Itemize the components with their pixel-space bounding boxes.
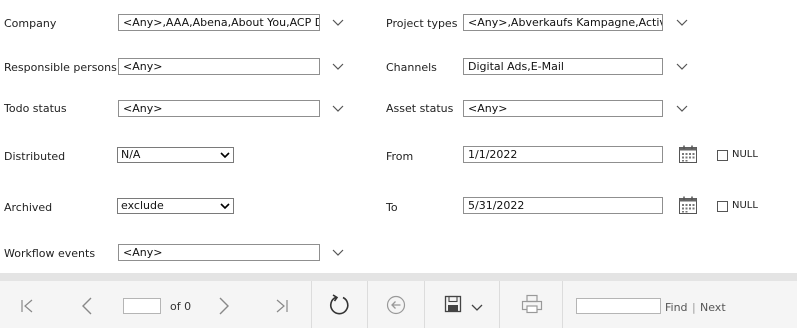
archived-label: Archived bbox=[4, 201, 53, 214]
channels-field[interactable]: Digital Ads,E-Mail bbox=[463, 58, 663, 75]
toolbar-separator bbox=[367, 281, 368, 328]
from-null-checkbox[interactable] bbox=[717, 150, 728, 161]
todo-status-label: Todo status bbox=[4, 102, 67, 115]
toolbar-separator bbox=[311, 281, 312, 328]
to-null-checkbox[interactable] bbox=[717, 201, 728, 212]
toolbar-separator bbox=[499, 281, 500, 328]
asset-status-label: Asset status bbox=[386, 102, 454, 115]
chevron-down-icon[interactable] bbox=[332, 249, 344, 257]
chevron-down-icon[interactable] bbox=[332, 19, 344, 27]
chevron-down-icon bbox=[220, 203, 230, 210]
channels-label: Channels bbox=[386, 61, 437, 74]
page-number-input[interactable] bbox=[123, 298, 161, 314]
find-link[interactable]: Find bbox=[665, 301, 688, 314]
chevron-down-icon[interactable] bbox=[332, 105, 344, 113]
toolbar-separator bbox=[562, 281, 563, 328]
find-text-input[interactable] bbox=[576, 298, 661, 314]
company-label: Company bbox=[4, 17, 57, 30]
next-link[interactable]: Next bbox=[700, 301, 726, 314]
project-types-label: Project types bbox=[386, 17, 458, 30]
workflow-events-label: Workflow events bbox=[4, 247, 96, 260]
chevron-down-icon[interactable] bbox=[471, 304, 483, 312]
project-types-field[interactable]: <Any>,Abverkaufs Kampagne,Activa bbox=[463, 14, 663, 31]
to-label: To bbox=[386, 201, 398, 214]
from-date-field[interactable]: 1/1/2022 bbox=[463, 146, 663, 163]
to-date-field[interactable]: 5/31/2022 bbox=[463, 197, 663, 214]
back-icon[interactable] bbox=[386, 295, 406, 315]
from-null-label: NULL bbox=[732, 149, 758, 160]
chevron-down-icon[interactable] bbox=[676, 63, 688, 71]
workflow-events-field[interactable]: <Any> bbox=[118, 244, 320, 261]
distributed-value: N/A bbox=[121, 148, 141, 161]
archived-select[interactable]: exclude bbox=[117, 198, 234, 214]
toolbar-separator bbox=[424, 281, 425, 328]
chevron-down-icon[interactable] bbox=[676, 19, 688, 27]
chevron-down-icon[interactable] bbox=[676, 105, 688, 113]
company-field[interactable]: <Any>,AAA,Abena,About You,ACP D bbox=[118, 14, 320, 31]
first-page-icon[interactable] bbox=[18, 297, 36, 315]
responsible-persons-field[interactable]: <Any> bbox=[118, 58, 320, 75]
calendar-icon[interactable] bbox=[678, 144, 698, 164]
next-page-icon[interactable] bbox=[215, 296, 233, 316]
chevron-down-icon[interactable] bbox=[332, 63, 344, 71]
prev-page-icon[interactable] bbox=[78, 296, 96, 316]
to-null-label: NULL bbox=[732, 200, 758, 211]
responsible-persons-label: Responsible persons bbox=[4, 61, 117, 74]
asset-status-field[interactable]: <Any> bbox=[463, 100, 663, 117]
archived-value: exclude bbox=[121, 199, 164, 212]
chevron-down-icon bbox=[220, 152, 230, 159]
todo-status-field[interactable]: <Any> bbox=[118, 100, 320, 117]
from-label: From bbox=[386, 150, 414, 163]
print-icon[interactable] bbox=[521, 294, 543, 314]
page-count-label: of 0 bbox=[170, 300, 192, 313]
save-icon[interactable] bbox=[444, 295, 462, 313]
distributed-label: Distributed bbox=[4, 150, 66, 163]
find-separator: | bbox=[692, 301, 696, 314]
parameters-divider bbox=[0, 273, 797, 281]
last-page-icon[interactable] bbox=[273, 297, 291, 315]
refresh-icon[interactable] bbox=[328, 293, 352, 317]
calendar-icon[interactable] bbox=[678, 195, 698, 215]
distributed-select[interactable]: N/A bbox=[117, 147, 234, 163]
